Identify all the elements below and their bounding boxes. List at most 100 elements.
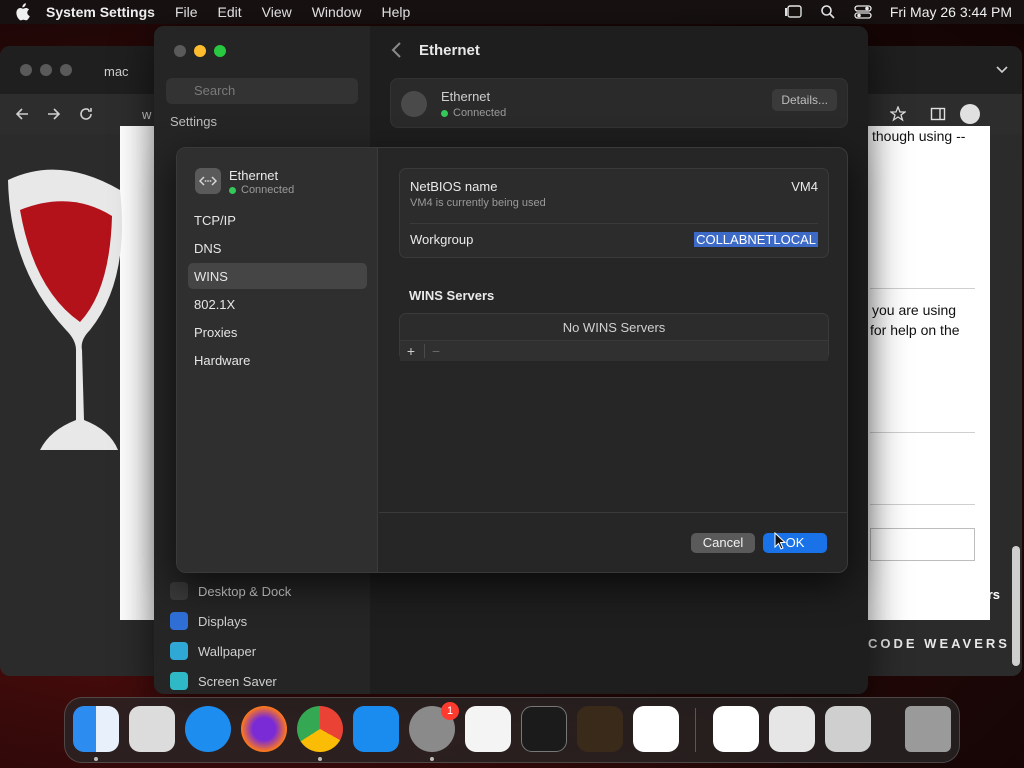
tab-hardware[interactable]: Hardware xyxy=(188,347,367,373)
visual-studio-icon[interactable] xyxy=(713,706,759,752)
page-input-box[interactable] xyxy=(870,528,975,561)
notification-badge: 1 xyxy=(441,702,459,720)
ok-button[interactable]: OK xyxy=(763,533,827,553)
terminal-icon[interactable] xyxy=(521,706,567,752)
spotlight-search-icon[interactable] xyxy=(820,4,836,20)
page-text-3: for help on the xyxy=(870,322,960,338)
sidebar-toggle-icon[interactable] xyxy=(930,106,946,122)
chrome-icon[interactable] xyxy=(297,706,343,752)
textedit-icon[interactable] xyxy=(465,706,511,752)
menu-help[interactable]: Help xyxy=(382,4,411,20)
running-indicator xyxy=(94,757,98,761)
sheet-navigation: Ethernet Connected TCP/IP DNS WINS 802.1… xyxy=(177,148,378,572)
tab-dns[interactable]: DNS xyxy=(188,235,367,261)
back-arrow-icon[interactable] xyxy=(14,106,30,122)
mouse-pointer-icon xyxy=(774,532,786,550)
network-advanced-sheet: Ethernet Connected TCP/IP DNS WINS 802.1… xyxy=(176,147,848,573)
netbios-name-label: NetBIOS name xyxy=(410,179,498,194)
page-title: Ethernet xyxy=(419,42,480,59)
safari-icon[interactable] xyxy=(185,706,231,752)
page-divider xyxy=(870,288,975,289)
sidebar-item-label: Screen Saver xyxy=(198,673,277,689)
dock-separator xyxy=(695,708,696,752)
sidebar-item-desktop-dock[interactable]: Desktop & Dock xyxy=(170,582,291,600)
menu-edit[interactable]: Edit xyxy=(218,4,242,20)
sidebar-item-displays[interactable]: Displays xyxy=(170,612,247,630)
tab-8021x[interactable]: 802.1X xyxy=(188,291,367,317)
screen-saver-icon xyxy=(170,672,188,690)
star-icon[interactable] xyxy=(890,106,906,122)
garageband-icon[interactable] xyxy=(577,706,623,752)
service-name: Ethernet xyxy=(229,168,279,183)
ethernet-card-name: Ethernet xyxy=(441,89,491,104)
browser-close-dot[interactable] xyxy=(20,64,32,76)
window-close-button[interactable] xyxy=(174,45,186,57)
sidebar-section-label: Settings xyxy=(170,114,217,129)
workgroup-label: Workgroup xyxy=(410,232,474,247)
firefox-icon[interactable] xyxy=(241,706,287,752)
browser-scrollbar[interactable] xyxy=(1012,546,1020,666)
desktop-dock-icon xyxy=(170,582,188,600)
forward-arrow-icon[interactable] xyxy=(46,106,62,122)
launchpad-icon[interactable] xyxy=(129,706,175,752)
apple-logo-icon[interactable] xyxy=(12,3,32,21)
remove-wins-server-button[interactable]: − xyxy=(425,342,447,360)
sidebar-item-screen-saver[interactable]: Screen Saver xyxy=(170,672,277,690)
wins-servers-heading: WINS Servers xyxy=(409,288,495,303)
ethernet-card-status-text: Connected xyxy=(453,107,507,119)
back-chevron-icon[interactable] xyxy=(390,41,404,59)
browser-zoom-dot[interactable] xyxy=(60,64,72,76)
stage-manager-icon[interactable] xyxy=(784,5,802,19)
menu-clock[interactable]: Fri May 26 3:44 PM xyxy=(890,4,1012,20)
connected-status-dot xyxy=(229,186,236,194)
sidebar-item-wallpaper[interactable]: Wallpaper xyxy=(170,642,256,660)
wine-glass-logo-icon xyxy=(8,169,122,451)
menu-window[interactable]: Window xyxy=(312,4,362,20)
tab-wins[interactable]: WINS xyxy=(188,263,367,289)
window-minimize-button[interactable] xyxy=(194,45,206,57)
wins-settings-pane: NetBIOS name VM4 is currently being used… xyxy=(379,148,847,572)
browser-url-fragment[interactable]: w xyxy=(142,107,151,122)
profile-avatar-icon[interactable] xyxy=(960,104,980,124)
menu-app-name[interactable]: System Settings xyxy=(46,4,155,20)
sidebar-item-label: Desktop & Dock xyxy=(198,583,292,599)
menu-view[interactable]: View xyxy=(262,4,292,20)
codeweavers-logo: CODE WEAVERS xyxy=(868,636,1010,651)
page-divider xyxy=(870,432,975,433)
vscode-icon[interactable] xyxy=(633,706,679,752)
browser-tab-label[interactable]: mac xyxy=(104,64,129,79)
reload-icon[interactable] xyxy=(78,106,94,122)
details-button[interactable]: Details... xyxy=(772,89,837,111)
app-store-icon[interactable] xyxy=(353,706,399,752)
chevron-down-icon[interactable] xyxy=(996,66,1008,74)
window-zoom-button[interactable] xyxy=(214,45,226,57)
wins-servers-list[interactable]: No WINS Servers + − xyxy=(399,313,829,361)
tab-proxies[interactable]: Proxies xyxy=(188,319,367,345)
cancel-button[interactable]: Cancel xyxy=(691,533,755,553)
running-indicator xyxy=(430,757,434,761)
workgroup-field[interactable]: COLLABNETLOCAL xyxy=(694,232,818,247)
service-status-text: Connected xyxy=(241,184,295,196)
netbios-group: NetBIOS name VM4 is currently being used… xyxy=(399,168,829,258)
page-text-1: though using -- xyxy=(872,128,966,144)
settings-search-input[interactable]: Search xyxy=(166,78,358,104)
footer-link-wiki[interactable]: Wiki xyxy=(868,587,893,602)
browser-minimize-dot[interactable] xyxy=(40,64,52,76)
dock: 1 xyxy=(64,697,960,763)
ethernet-icon xyxy=(401,91,427,117)
wallpaper-icon xyxy=(170,642,188,660)
tab-tcpip[interactable]: TCP/IP xyxy=(188,207,367,233)
footer-link-disclaimers[interactable]: Disclaimers xyxy=(927,587,1000,602)
menu-file[interactable]: File xyxy=(175,4,198,20)
boot-camp-icon[interactable] xyxy=(825,706,871,752)
add-wins-server-button[interactable]: + xyxy=(400,342,422,360)
finder-icon[interactable] xyxy=(73,706,119,752)
control-center-icon[interactable] xyxy=(854,5,872,19)
service-status: Connected xyxy=(229,184,294,196)
ethernet-service-card: Ethernet Connected Details... xyxy=(390,78,848,128)
wins-empty-text: No WINS Servers xyxy=(562,320,666,335)
trash-icon[interactable] xyxy=(905,706,951,752)
disk-utility-icon[interactable] xyxy=(769,706,815,752)
netbios-name-field[interactable]: VM4 xyxy=(791,179,818,194)
menu-bar: System Settings File Edit View Window He… xyxy=(0,0,1024,24)
